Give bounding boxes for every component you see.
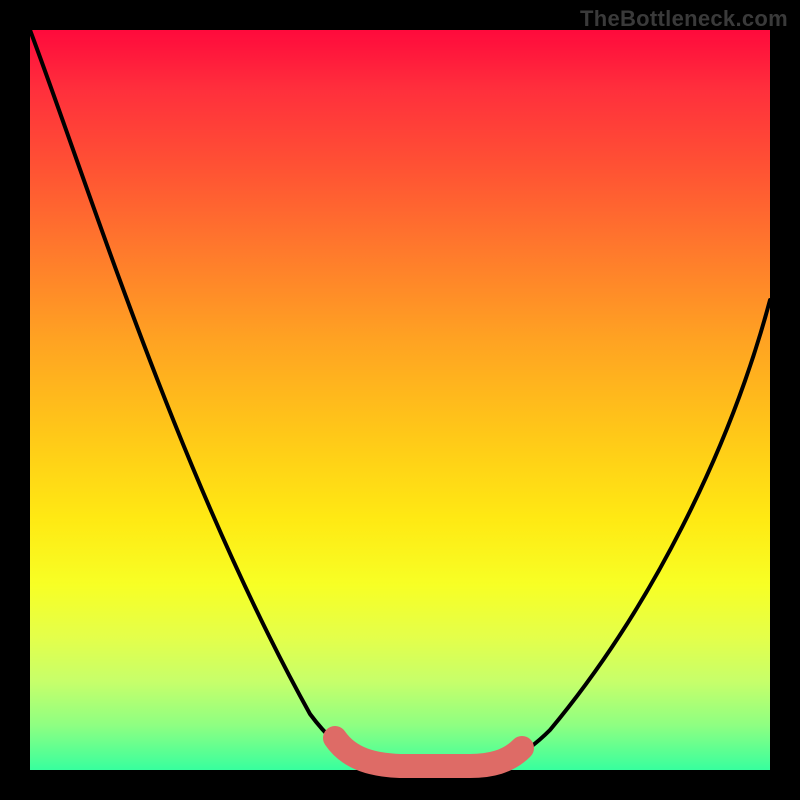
chart-frame: TheBottleneck.com — [0, 0, 800, 800]
chart-svg — [30, 30, 770, 770]
watermark-text: TheBottleneck.com — [580, 6, 788, 32]
plot-area — [30, 30, 770, 770]
curve-main — [30, 30, 770, 765]
